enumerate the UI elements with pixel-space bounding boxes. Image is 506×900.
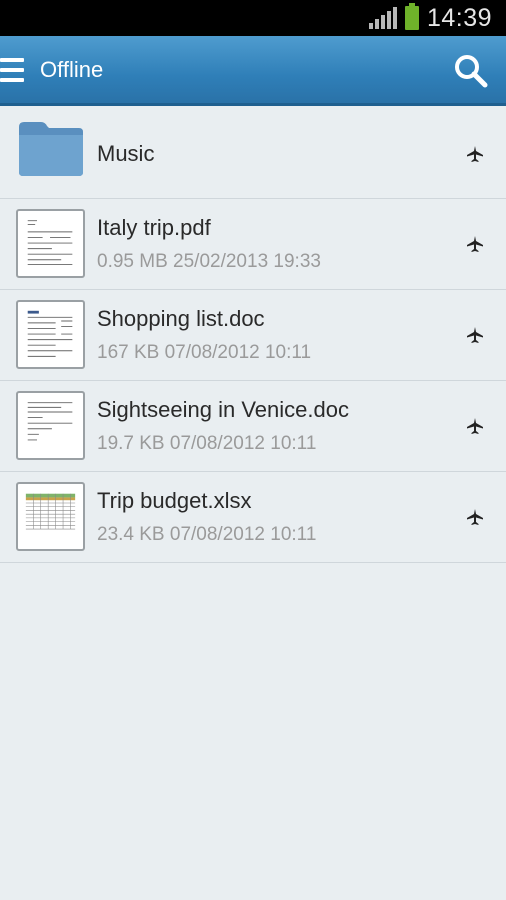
airplane-icon[interactable] bbox=[466, 235, 484, 253]
pdf-thumbnail bbox=[16, 209, 85, 278]
signal-icon bbox=[368, 7, 397, 29]
folder-icon bbox=[19, 122, 83, 176]
search-icon bbox=[455, 55, 488, 88]
list-item-sightseeing[interactable]: Sightseeing in Venice.doc 19.7 KB 07/08/… bbox=[0, 381, 506, 472]
list-item-italy-trip[interactable]: Italy trip.pdf 0.95 MB 25/02/2013 19:33 bbox=[0, 199, 506, 290]
list-item-music[interactable]: Music bbox=[0, 109, 506, 199]
item-name: Shopping list.doc bbox=[97, 306, 265, 331]
search-button[interactable] bbox=[452, 52, 490, 90]
doc-thumbnail bbox=[16, 391, 85, 460]
airplane-icon[interactable] bbox=[466, 417, 484, 435]
item-name: Italy trip.pdf bbox=[97, 215, 211, 240]
airplane-icon[interactable] bbox=[466, 145, 484, 163]
spreadsheet-thumbnail bbox=[16, 482, 85, 551]
airplane-icon[interactable] bbox=[466, 508, 484, 526]
item-name: Trip budget.xlsx bbox=[97, 488, 252, 513]
item-meta: 167 KB 07/08/2012 10:11 bbox=[97, 342, 312, 363]
item-meta: 19.7 KB 07/08/2012 10:11 bbox=[97, 433, 317, 454]
list-item-trip-budget[interactable]: Trip budget.xlsx 23.4 KB 07/08/2012 10:1… bbox=[0, 472, 506, 563]
page-title: Offline bbox=[40, 56, 104, 82]
item-meta: 23.4 KB 07/08/2012 10:11 bbox=[97, 524, 317, 545]
menu-icon[interactable] bbox=[0, 35, 40, 105]
item-meta: 0.95 MB 25/02/2013 19:33 bbox=[97, 251, 321, 272]
doc-thumbnail bbox=[16, 300, 85, 369]
file-list: Music Italy trip.pdf 0.95 MB 25/02/2013 … bbox=[0, 109, 506, 563]
item-name: Music bbox=[97, 141, 155, 166]
airplane-icon[interactable] bbox=[466, 326, 484, 344]
battery-icon bbox=[404, 3, 419, 30]
status-time: 14:39 bbox=[426, 3, 492, 32]
item-name: Sightseeing in Venice.doc bbox=[97, 397, 349, 422]
status-bar: 14:39 bbox=[0, 0, 506, 36]
action-bar: Offline bbox=[0, 36, 506, 106]
list-item-shopping-list[interactable]: Shopping list.doc 167 KB 07/08/2012 10:1… bbox=[0, 290, 506, 381]
